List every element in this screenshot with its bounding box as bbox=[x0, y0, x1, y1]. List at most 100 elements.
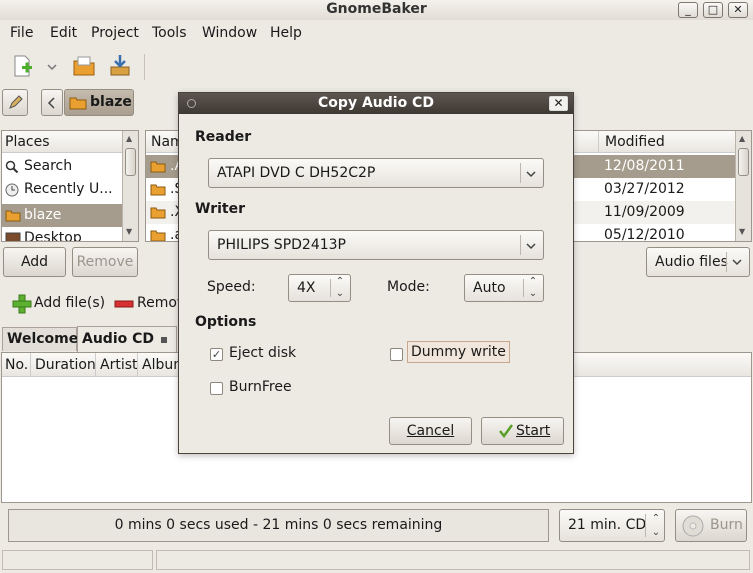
path-button-blaze[interactable]: blaze bbox=[64, 89, 134, 116]
search-icon bbox=[5, 160, 19, 174]
dummy-write-label[interactable]: Dummy write bbox=[407, 341, 510, 363]
combo-separator bbox=[520, 163, 521, 183]
places-scrollbar[interactable]: ▲ ▼ bbox=[122, 131, 138, 241]
eject-disk-label[interactable]: Eject disk bbox=[229, 345, 296, 361]
home-folder-icon bbox=[69, 97, 87, 110]
remove-button[interactable]: Remove bbox=[72, 247, 138, 277]
menu-window[interactable]: Window bbox=[202, 25, 257, 41]
clock-icon bbox=[5, 183, 19, 197]
place-blaze[interactable]: blaze bbox=[2, 204, 122, 227]
places-header[interactable]: Places bbox=[2, 131, 122, 153]
edit-location-button[interactable] bbox=[2, 89, 28, 116]
cd-size-select[interactable]: 21 min. CD ⌃ ⌄ bbox=[559, 509, 665, 542]
mode-label: Mode: bbox=[387, 279, 430, 295]
path-label: blaze bbox=[90, 94, 132, 110]
combo-separator bbox=[645, 514, 646, 537]
burnfree-checkbox[interactable] bbox=[210, 382, 223, 395]
column-duration[interactable]: Duration bbox=[30, 353, 96, 377]
scroll-up-icon[interactable]: ▲ bbox=[126, 134, 132, 143]
speed-label: Speed: bbox=[207, 279, 256, 295]
home-folder-icon bbox=[5, 210, 21, 222]
folder-icon bbox=[150, 230, 166, 241]
status-bar-left bbox=[2, 550, 153, 570]
modified-column-header[interactable]: Modified bbox=[598, 131, 665, 153]
column-no[interactable]: No. bbox=[5, 357, 28, 373]
folder-icon bbox=[150, 161, 166, 173]
remove-files-button[interactable]: Remov bbox=[114, 291, 185, 317]
burnfree-label[interactable]: BurnFree bbox=[229, 379, 292, 395]
desktop-icon bbox=[5, 232, 21, 241]
dialog-title: Copy Audio CD ✕ bbox=[179, 93, 573, 114]
new-project-icon[interactable] bbox=[10, 54, 34, 78]
chevron-down-icon[interactable] bbox=[46, 62, 58, 72]
title-bar: GnomeBaker _ □ ✕ bbox=[0, 0, 753, 20]
combo-separator bbox=[726, 252, 727, 272]
open-project-icon[interactable] bbox=[72, 54, 96, 78]
cd-burn-icon bbox=[682, 515, 704, 537]
minimize-button[interactable]: _ bbox=[678, 2, 698, 18]
writer-select[interactable]: PHILIPS SPD2413P bbox=[208, 230, 544, 260]
menu-project[interactable]: Project bbox=[91, 25, 139, 41]
menu-tools[interactable]: Tools bbox=[152, 25, 187, 41]
scroll-down-icon[interactable]: ▼ bbox=[739, 227, 745, 236]
scroll-down-icon[interactable]: ▼ bbox=[126, 227, 132, 236]
window-menu-icon[interactable] bbox=[187, 99, 196, 108]
spin-up-down-icon: ⌃ ⌄ bbox=[335, 276, 345, 299]
chevron-down-icon bbox=[526, 243, 536, 250]
writer-label: Writer bbox=[195, 201, 245, 217]
tab-welcome[interactable]: Welcome bbox=[2, 327, 78, 351]
cancel-button[interactable]: Cancel bbox=[389, 417, 472, 445]
folder-icon bbox=[150, 207, 166, 219]
checkmark-icon bbox=[499, 424, 514, 439]
eject-disk-checkbox[interactable]: ✓ bbox=[210, 348, 223, 361]
places-scroll-thumb[interactable] bbox=[125, 148, 136, 176]
window-title: GnomeBaker bbox=[326, 1, 427, 17]
chevron-down-icon bbox=[732, 259, 742, 266]
mode-select[interactable]: Auto ⌃ ⌄ bbox=[464, 274, 544, 302]
menu-edit[interactable]: Edit bbox=[50, 25, 77, 41]
combo-separator bbox=[520, 235, 521, 255]
dialog-close-button[interactable]: ✕ bbox=[549, 96, 568, 111]
save-project-icon[interactable] bbox=[108, 53, 132, 77]
status-bar-right bbox=[156, 550, 750, 570]
places-pane: Places Search Recently U... blaze Deskto… bbox=[1, 130, 139, 242]
files-scrollbar[interactable]: ▲ ▼ bbox=[735, 131, 751, 241]
scroll-up-icon[interactable]: ▲ bbox=[739, 134, 745, 143]
folder-icon bbox=[150, 184, 166, 196]
spin-up-down-icon: ⌃ ⌄ bbox=[651, 513, 661, 538]
checkmark-icon: ✓ bbox=[211, 348, 222, 361]
back-button[interactable] bbox=[41, 89, 63, 116]
menu-help[interactable]: Help bbox=[270, 25, 302, 41]
chevron-down-icon bbox=[526, 171, 536, 178]
menu-bar: File Edit Project Tools Window Help bbox=[0, 21, 753, 45]
add-icon bbox=[12, 294, 32, 314]
copy-audio-cd-dialog: Copy Audio CD ✕ Reader ATAPI DVD C DH52C… bbox=[178, 92, 574, 454]
toolbar-separator bbox=[144, 54, 145, 80]
place-search[interactable]: Search bbox=[2, 155, 122, 178]
remove-icon bbox=[114, 300, 134, 308]
add-button[interactable]: Add bbox=[3, 247, 66, 277]
speed-select[interactable]: 4X ⌃ ⌄ bbox=[288, 274, 351, 302]
menu-file[interactable]: File bbox=[10, 25, 33, 41]
file-filter-select[interactable]: Audio files bbox=[646, 247, 750, 277]
add-files-button[interactable]: Add file(s) bbox=[11, 291, 106, 317]
options-label: Options bbox=[195, 314, 257, 330]
dummy-write-checkbox[interactable] bbox=[390, 348, 403, 361]
place-recent[interactable]: Recently U... bbox=[2, 178, 122, 201]
close-button[interactable]: ✕ bbox=[728, 2, 748, 18]
pencil-icon bbox=[9, 95, 23, 109]
start-button[interactable]: Start bbox=[481, 417, 564, 445]
close-icon: ✕ bbox=[553, 96, 564, 110]
maximize-button[interactable]: □ bbox=[703, 2, 723, 18]
close-icon[interactable] bbox=[160, 336, 168, 344]
reader-label: Reader bbox=[195, 129, 252, 145]
burn-button[interactable]: Burn bbox=[675, 509, 747, 542]
place-desktop[interactable]: Desktop bbox=[2, 227, 122, 241]
reader-select[interactable]: ATAPI DVD C DH52C2P bbox=[208, 158, 544, 188]
files-scroll-thumb[interactable] bbox=[738, 148, 749, 176]
column-artist[interactable]: Artist bbox=[95, 353, 138, 377]
tab-audio-cd[interactable]: Audio CD bbox=[77, 326, 177, 352]
usage-status: 0 mins 0 secs used - 21 mins 0 secs rema… bbox=[8, 509, 549, 542]
main-toolbar bbox=[0, 48, 753, 86]
spin-up-down-icon: ⌃ ⌄ bbox=[528, 276, 538, 299]
